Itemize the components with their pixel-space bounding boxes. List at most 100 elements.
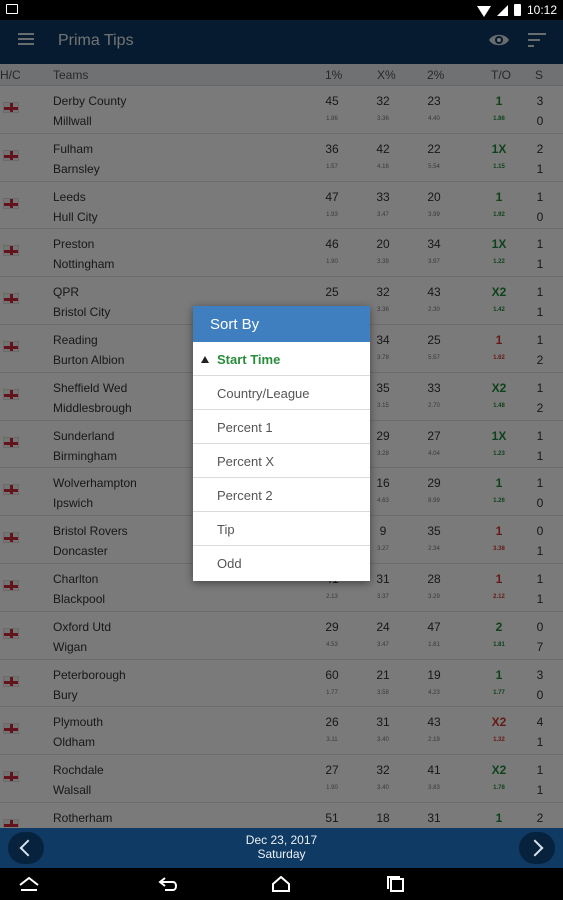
percent-x: 29: [376, 428, 390, 443]
odd-x: 3.40: [377, 785, 389, 792]
home-team: Charlton: [53, 571, 99, 586]
home-team: Plymouth: [53, 715, 104, 730]
table-row[interactable]: Preston Nottingham 46 20 34 1.90 3.39 3.97 1X 1.2…: [0, 229, 563, 278]
home-score: 3: [536, 667, 544, 682]
percent-2: 22: [427, 141, 441, 156]
table-row[interactable]: Peterborough Bury 60 21 19 1.77 3.58 4.23 1 1.77 3…: [0, 660, 563, 708]
odd-1: 1.90: [326, 785, 338, 792]
percent-x: 16: [376, 476, 390, 491]
tip-odd: 3.38: [493, 546, 505, 553]
dialog-title: Sort By: [210, 316, 260, 333]
home-team: Sheffield Wed: [53, 380, 128, 395]
odd-2: 3.29: [428, 593, 440, 600]
england-flag-icon: [3, 197, 19, 209]
sort-icon[interactable]: [528, 33, 546, 47]
header-percent-1: 1%: [325, 68, 343, 82]
away-team: Millwall: [53, 114, 92, 128]
table-row[interactable]: Rotherham 51 18 31 1 2: [0, 803, 563, 827]
up-nav-icon[interactable]: [18, 876, 40, 892]
home-team: Wolverhampton: [53, 476, 137, 491]
battery-icon: [513, 4, 521, 16]
header-score: S: [535, 68, 544, 82]
table-row[interactable]: Leeds Hull City 47 33 20 1.93 3.47 3.99 1 1.92 1 0: [0, 182, 563, 230]
date-display: Dec 23, 2017 Saturday: [0, 833, 563, 861]
home-score: 1: [536, 380, 544, 395]
sort-option-percent-1[interactable]: Percent 1: [193, 410, 370, 444]
away-team: Ipswich: [53, 496, 94, 511]
home-team: Oxford Utd: [53, 619, 112, 634]
odd-2: 4.40: [428, 116, 440, 122]
percent-1: 47: [325, 189, 339, 204]
recents-icon[interactable]: [386, 876, 408, 892]
tip-odd: 1.26: [493, 498, 505, 505]
tip-odd: 1.32: [493, 737, 505, 744]
status-bar: 10:12: [0, 0, 563, 20]
sort-option-label: Percent X: [217, 454, 275, 469]
england-flag-icon: [3, 484, 19, 496]
odd-x: 3.47: [377, 211, 389, 218]
home-icon[interactable]: [270, 876, 292, 892]
home-score: 1: [536, 763, 544, 778]
odd-x: 4.16: [377, 163, 389, 170]
percent-1: 26: [325, 715, 339, 730]
odd-2: 5.57: [428, 354, 440, 361]
sort-option-odd[interactable]: Odd: [193, 546, 370, 580]
odd-x: 3.39: [377, 259, 389, 266]
away-team: Barnsley: [53, 161, 100, 176]
tip-odd: 1.86: [493, 116, 505, 122]
back-icon[interactable]: [157, 876, 179, 892]
table-row[interactable]: Rochdale Walsall 27 32 41 1.90 3.40 3.83 X2 1.78 1…: [0, 755, 563, 803]
dialog-header: Sort By: [193, 306, 370, 342]
away-team: Doncaster: [53, 544, 108, 559]
header-hc: H/C: [0, 68, 21, 82]
match-meta: [0, 331, 28, 365]
table-row[interactable]: Fulham Barnsley 36 42 22 1.57 4.16 5.54 1X 1.15 2 1: [0, 134, 563, 182]
tip-odd: 1.15: [493, 163, 505, 170]
tip-value: 1: [495, 667, 503, 682]
menu-icon[interactable]: [18, 33, 34, 49]
eye-icon[interactable]: [488, 32, 510, 48]
sort-option-label: Percent 1: [217, 420, 273, 435]
odd-1: 1.57: [326, 163, 338, 170]
match-meta: [0, 666, 28, 700]
match-meta: [0, 522, 28, 556]
odd-2: 8.99: [428, 498, 440, 505]
tip-odd: 1.77: [493, 689, 505, 696]
percent-x: 32: [376, 285, 390, 300]
away-team: Oldham: [53, 735, 96, 750]
percent-2: 23: [427, 94, 441, 108]
forward-arrow-icon[interactable]: [519, 832, 555, 864]
england-flag-icon: [3, 532, 19, 544]
tip-value: 2: [495, 619, 503, 634]
home-team: Rochdale: [53, 763, 104, 778]
odd-x: 3.78: [377, 354, 389, 361]
sort-option-start-time[interactable]: Start Time: [193, 342, 370, 376]
home-score: 2: [536, 810, 544, 825]
sort-option-percent-x[interactable]: Percent X: [193, 444, 370, 478]
home-team: Rotherham: [53, 810, 113, 825]
percent-x: 31: [376, 571, 390, 586]
table-row[interactable]: Derby County Millwall 45 32 23 1.86 3.36 4.40 1 1…: [0, 86, 563, 134]
odd-x: 4.63: [377, 498, 389, 505]
table-row[interactable]: Oxford Utd Wigan 29 24 47 4.53 3.47 1.81 2 1.81 0 7: [0, 612, 563, 660]
odd-2: 4.04: [428, 450, 440, 457]
tip-odd: 1.48: [493, 402, 505, 409]
odd-2: 3.97: [428, 259, 440, 266]
odd-1: 1.77: [326, 689, 338, 696]
odd-1: 1.86: [326, 116, 338, 122]
sort-option-tip[interactable]: Tip: [193, 512, 370, 546]
tip-odd: 1.23: [493, 450, 505, 457]
table-row[interactable]: Plymouth Oldham 26 31 43 3.11 3.40 2.19 X2 1.32 4 1: [0, 707, 563, 756]
sort-option-country-league[interactable]: Country/League: [193, 376, 370, 410]
percent-x: 21: [376, 667, 390, 682]
match-meta: [0, 713, 28, 747]
sort-option-percent-2[interactable]: Percent 2: [193, 478, 370, 512]
away-score: 1: [536, 448, 544, 463]
image-notification-icon: [6, 4, 18, 14]
england-flag-icon: [3, 102, 19, 113]
home-team: Bristol Rovers: [53, 524, 128, 539]
away-team: Wigan: [53, 639, 88, 654]
sort-option-label: Country/League: [217, 386, 310, 401]
table-header: H/C Teams 1% X% 2% T/O S: [0, 64, 563, 86]
odd-x: 3.15: [377, 402, 389, 409]
